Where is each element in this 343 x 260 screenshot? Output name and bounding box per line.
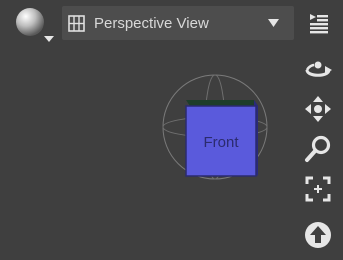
view-select-dropdown[interactable]: Perspective View [62, 6, 294, 40]
viewport-3d[interactable]: Perspective View Front [0, 0, 343, 260]
dropdown-caret-icon [268, 19, 279, 27]
grid-layout-icon [68, 14, 85, 32]
view-cube[interactable]: Front [160, 72, 270, 182]
up-arrow-icon[interactable] [303, 220, 333, 250]
view-select-value: Perspective View [94, 14, 209, 32]
frame-icon[interactable] [303, 174, 333, 204]
orbit-icon[interactable] [303, 54, 333, 84]
pane-menu-icon[interactable] [303, 8, 333, 38]
pan-icon[interactable] [303, 94, 333, 124]
cube-face-label: Front [203, 134, 239, 151]
sphere-shading-icon[interactable] [14, 6, 56, 44]
zoom-icon[interactable] [303, 134, 333, 164]
